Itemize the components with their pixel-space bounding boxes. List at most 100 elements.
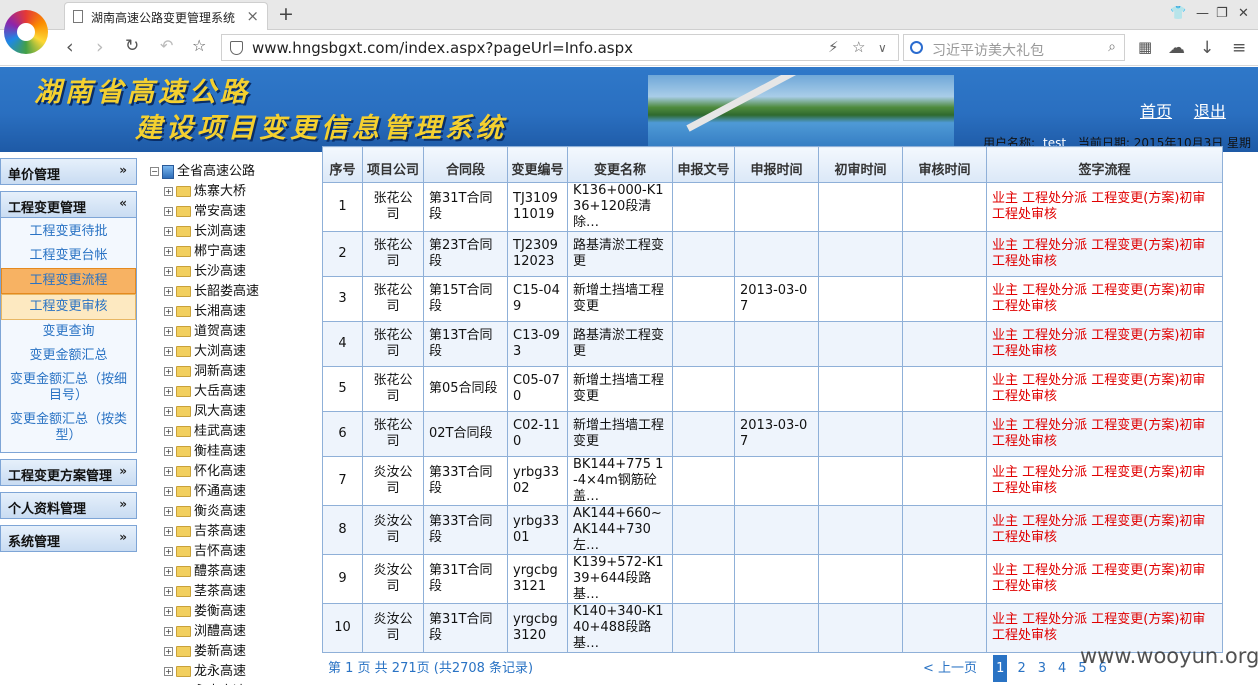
cloud-icon[interactable]: ☁ (1168, 38, 1185, 58)
table-row[interactable]: 9 炎汝公司 第31T合同段 yrgcbg3121 K139+572-K139+644段… (322, 554, 1223, 604)
nav-item-pending[interactable]: 工程变更待批 (1, 220, 136, 244)
expand-icon[interactable]: + (164, 327, 173, 336)
expand-icon[interactable]: + (164, 407, 173, 416)
tree-node[interactable]: + 怀化高速 (164, 460, 246, 480)
page-number-link[interactable]: 3 (1038, 661, 1046, 676)
expand-icon[interactable]: + (164, 307, 173, 316)
reload-icon[interactable]: ↻ (125, 36, 139, 56)
workflow-link[interactable]: 业主 工程处分派 工程变更(方案)初审 工程处审核 (986, 231, 1223, 277)
nav-item-amount-summary[interactable]: 变更金额汇总 (1, 344, 136, 368)
tree-root[interactable]: − 全省高速公路 (150, 160, 255, 180)
logout-link[interactable]: 退出 (1194, 102, 1226, 121)
bookmark-star-icon[interactable]: ☆ (192, 36, 206, 55)
new-tab-button[interactable]: + (278, 3, 294, 25)
table-row[interactable]: 2 张花公司 第23T合同段 TJ2309 12023 路基清淤工程变更 业主 工程处分派… (322, 231, 1223, 277)
nav-item-flow[interactable]: 工程变更流程 (1, 268, 136, 294)
tree-node[interactable]: + 长韶娄高速 (164, 280, 259, 300)
workflow-link[interactable]: 业主 工程处分派 工程变更(方案)初审 工程处审核 (986, 554, 1223, 604)
search-box[interactable]: 习近平访美大礼包 ⌕ (903, 34, 1125, 61)
undo-icon[interactable]: ↶ (160, 36, 173, 55)
tree-node[interactable]: + 衡桂高速 (164, 440, 246, 460)
tree-node[interactable]: +永吉高速 (164, 680, 246, 685)
expand-icon[interactable]: + (164, 287, 173, 296)
nav-section-change-management[interactable]: 工程变更管理 « (0, 191, 137, 218)
nav-section-profile[interactable]: 个人资料管理 » (0, 492, 137, 519)
tree-node[interactable]: + 娄衡高速 (164, 600, 246, 620)
expand-icon[interactable]: + (164, 447, 173, 456)
search-input[interactable]: 习近平访美大礼包 (932, 40, 1044, 60)
table-row[interactable]: 5 张花公司 第05合同段 C05-070 新增土挡墙工程变更 业主 工程处分派 工程变更… (322, 366, 1223, 412)
expand-icon[interactable]: + (164, 527, 173, 536)
expand-icon[interactable]: + (164, 647, 173, 656)
table-row[interactable]: 3 张花公司 第15T合同段 C15-049 新增土挡墙工程变更 2013-03-07 业主… (322, 276, 1223, 322)
tree-node[interactable]: + 大岳高速 (164, 380, 246, 400)
expand-icon[interactable]: + (164, 367, 173, 376)
expand-icon[interactable]: + (164, 547, 173, 556)
expand-icon[interactable]: + (164, 607, 173, 616)
nav-section-system[interactable]: 系统管理 » (0, 525, 137, 552)
expand-icon[interactable]: + (164, 207, 173, 216)
tree-node[interactable]: + 茎茶高速 (164, 580, 246, 600)
expand-icon[interactable]: + (164, 227, 173, 236)
favorite-star-icon[interactable]: ☆ (852, 38, 865, 56)
page-number-link[interactable]: 1 (993, 655, 1008, 682)
restore-icon[interactable]: ❐ (1216, 6, 1228, 21)
forward-icon[interactable]: › (96, 36, 104, 58)
expand-icon[interactable]: + (164, 267, 173, 276)
table-row[interactable]: 1 张花公司 第31T合同段 TJ3109 11019 K136+000-K136+12… (322, 182, 1223, 232)
tab-close-icon[interactable]: × (246, 7, 259, 25)
download-icon[interactable]: ↓ (1200, 38, 1214, 58)
tree-node[interactable]: + 常安高速 (164, 200, 246, 220)
tree-node[interactable]: + 吉茶高速 (164, 520, 246, 540)
address-bar[interactable]: www.hngsbgxt.com/index.aspx?pageUrl=Info… (221, 34, 899, 61)
expand-icon[interactable]: + (164, 467, 173, 476)
tree-node[interactable]: + 桂武高速 (164, 420, 246, 440)
collapse-icon[interactable]: − (150, 167, 159, 176)
tree-node[interactable]: + 炼寨大桥 (164, 180, 246, 200)
tree-node[interactable]: + 大浏高速 (164, 340, 246, 360)
tree-node[interactable]: + 郴宁高速 (164, 240, 246, 260)
table-row[interactable]: 7 炎汝公司 第33T合同段 yrbg3302 BK144+775 1-4×4m钢筋砼盖… (322, 456, 1223, 506)
expand-icon[interactable]: + (164, 587, 173, 596)
apps-icon[interactable]: ▦ (1138, 38, 1152, 56)
workflow-link[interactable]: 业主 工程处分派 工程变更(方案)初审 工程处审核 (986, 456, 1223, 506)
expand-icon[interactable]: + (164, 247, 173, 256)
back-icon[interactable]: ‹ (66, 36, 74, 58)
search-icon[interactable]: ⌕ (1108, 39, 1116, 55)
tree-node[interactable]: + 怀通高速 (164, 480, 246, 500)
tree-node[interactable]: + 凤大高速 (164, 400, 246, 420)
home-link[interactable]: 首页 (1140, 102, 1172, 121)
expand-icon[interactable]: + (164, 387, 173, 396)
expand-icon[interactable]: + (164, 507, 173, 516)
nav-item-review[interactable]: 工程变更审核 (1, 294, 136, 320)
dropdown-chevron-icon[interactable]: ∨ (878, 41, 887, 55)
prev-page-link[interactable]: < 上一页 (923, 661, 977, 676)
table-row[interactable]: 6 张花公司 02T合同段 C02-110 新增土挡墙工程变更 2013-03-07 业主 … (322, 411, 1223, 457)
workflow-link[interactable]: 业主 工程处分派 工程变更(方案)初审 工程处审核 (986, 505, 1223, 555)
tree-node[interactable]: + 洞新高速 (164, 360, 246, 380)
workflow-link[interactable]: 业主 工程处分派 工程变更(方案)初审 工程处审核 (986, 411, 1223, 457)
table-row[interactable]: 8 炎汝公司 第33T合同段 yrbg3301 AK144+660~AK144+730左… (322, 505, 1223, 555)
nav-section-plan-management[interactable]: 工程变更方案管理 » (0, 459, 137, 486)
tree-node[interactable]: + 长湘高速 (164, 300, 246, 320)
workflow-link[interactable]: 业主 工程处分派 工程变更(方案)初审 工程处审核 (986, 321, 1223, 367)
tree-node[interactable]: + 道贺高速 (164, 320, 246, 340)
lightning-icon[interactable]: ⚡ (828, 38, 839, 56)
nav-section-unit-price[interactable]: 单价管理 » (0, 158, 137, 185)
tree-node[interactable]: + 衡炎高速 (164, 500, 246, 520)
menu-icon[interactable]: ≡ (1232, 38, 1246, 58)
tree-node[interactable]: + 浏醴高速 (164, 620, 246, 640)
page-number-link[interactable]: 4 (1058, 661, 1066, 676)
tree-node[interactable]: + 吉怀高速 (164, 540, 246, 560)
expand-icon[interactable]: + (164, 487, 173, 496)
table-row[interactable]: 4 张花公司 第13T合同段 C13-093 路基清淤工程变更 业主 工程处分派 工程变更… (322, 321, 1223, 367)
tree-node[interactable]: + 长浏高速 (164, 220, 246, 240)
minimize-icon[interactable]: — (1196, 6, 1209, 21)
shirt-icon[interactable]: 👕 (1170, 6, 1186, 21)
workflow-link[interactable]: 业主 工程处分派 工程变更(方案)初审 工程处审核 (986, 366, 1223, 412)
expand-icon[interactable]: + (164, 567, 173, 576)
page-number-link[interactable]: 2 (1017, 661, 1025, 676)
tree-node[interactable]: + 娄新高速 (164, 640, 246, 660)
address-url[interactable]: www.hngsbgxt.com/index.aspx?pageUrl=Info… (252, 39, 633, 57)
expand-icon[interactable]: + (164, 667, 173, 676)
